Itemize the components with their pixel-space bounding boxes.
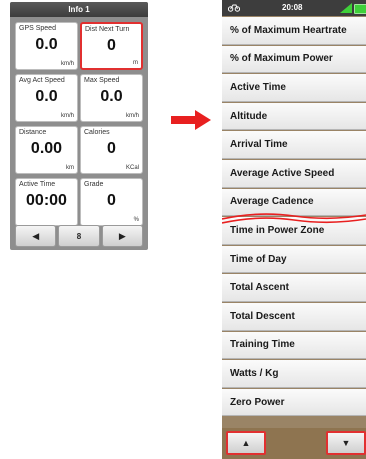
field-unit: % [133,217,139,223]
field-label: Dist Next Turn [85,26,130,33]
scroll-down-button[interactable]: ▼ [326,431,366,455]
field-value: 0 [107,37,116,54]
list-item[interactable]: % of Maximum Power [222,45,366,74]
field-unit: km/h [125,113,139,119]
field-label: Calories [84,129,110,136]
screenshot-root: Info 1 GPS Speed 0.0 km/h Dist Next Turn… [0,0,366,459]
list-item[interactable]: Active Time [222,74,366,102]
field-value: 00:00 [26,192,67,209]
battery-icon [354,4,366,14]
list-item[interactable]: Arrival Time [222,131,366,159]
arrow-right-icon [171,110,211,130]
previous-page-button[interactable]: ◀ [15,225,57,247]
arrow-down-icon: ▼ [341,438,351,448]
page-number-button[interactable]: 8 [58,225,100,247]
data-field-max-speed[interactable]: Max Speed 0.0 km/h [80,74,143,122]
arrow-left-icon: ◀ [32,230,40,241]
list-item[interactable]: Zero Power [222,388,366,417]
field-value: 0 [107,140,116,157]
field-unit: km [66,165,74,171]
field-value: 0.0 [100,88,123,105]
page-title: Info 1 [10,2,148,17]
page-navigation: ◀ 8 ▶ [15,225,143,247]
list-item[interactable]: Average Active Speed [222,159,366,188]
data-field-active-time[interactable]: Active Time 00:00 [15,178,78,226]
data-field-grade[interactable]: Grade 0 % [80,178,143,226]
field-label: Grade [84,181,104,188]
field-value: 0.0 [35,88,58,105]
page-number: 8 [76,231,82,241]
list-item[interactable]: Watts / Kg [222,360,366,388]
data-field-dist-next-turn[interactable]: Dist Next Turn 0 m [80,22,143,70]
field-label: Avg Act Speed [19,77,65,84]
field-value: 0 [107,192,116,209]
data-field-distance[interactable]: Distance 0.00 km [15,126,78,174]
bike-icon [227,3,241,14]
field-unit: m [133,60,138,66]
scroll-bar: ▲ ▼ [222,428,366,459]
list-item[interactable]: % of Maximum Heartrate [222,17,366,45]
arrow-up-icon: ▲ [241,438,251,448]
data-page-screen: Info 1 GPS Speed 0.0 km/h Dist Next Turn… [10,2,148,250]
list-break-marker [222,213,366,224]
data-field-gps-speed[interactable]: GPS Speed 0.0 km/h [15,22,78,70]
field-unit: KCal [125,165,139,171]
list-item[interactable]: Training Time [222,331,366,360]
field-label: Active Time [19,181,56,188]
signal-icon [340,3,352,13]
data-field-list-screen: 20:08 % of Maximum Heartrate % of Maximu… [222,0,366,459]
list-item[interactable]: Altitude [222,102,366,131]
status-bar: 20:08 [222,0,366,16]
field-label: Max Speed [84,77,120,84]
field-unit: km/h [60,113,74,119]
field-label: Distance [19,129,47,136]
arrow-right-icon: ▶ [118,230,126,241]
field-value: 0.00 [30,140,63,157]
data-field-grid: GPS Speed 0.0 km/h Dist Next Turn 0 m Av… [15,22,143,226]
field-unit: km/h [60,61,74,67]
scroll-up-button[interactable]: ▲ [226,431,266,455]
next-page-button[interactable]: ▶ [101,225,143,247]
clock-time: 20:08 [282,3,303,12]
list-item[interactable]: Time of Day [222,245,366,274]
list-item[interactable]: Total Ascent [222,274,366,302]
field-label: GPS Speed [19,25,56,32]
data-field-avg-act-speed[interactable]: Avg Act Speed 0.0 km/h [15,74,78,122]
list-item[interactable]: Total Descent [222,302,366,331]
field-value: 0.0 [35,36,58,53]
data-field-calories[interactable]: Calories 0 KCal [80,126,143,174]
